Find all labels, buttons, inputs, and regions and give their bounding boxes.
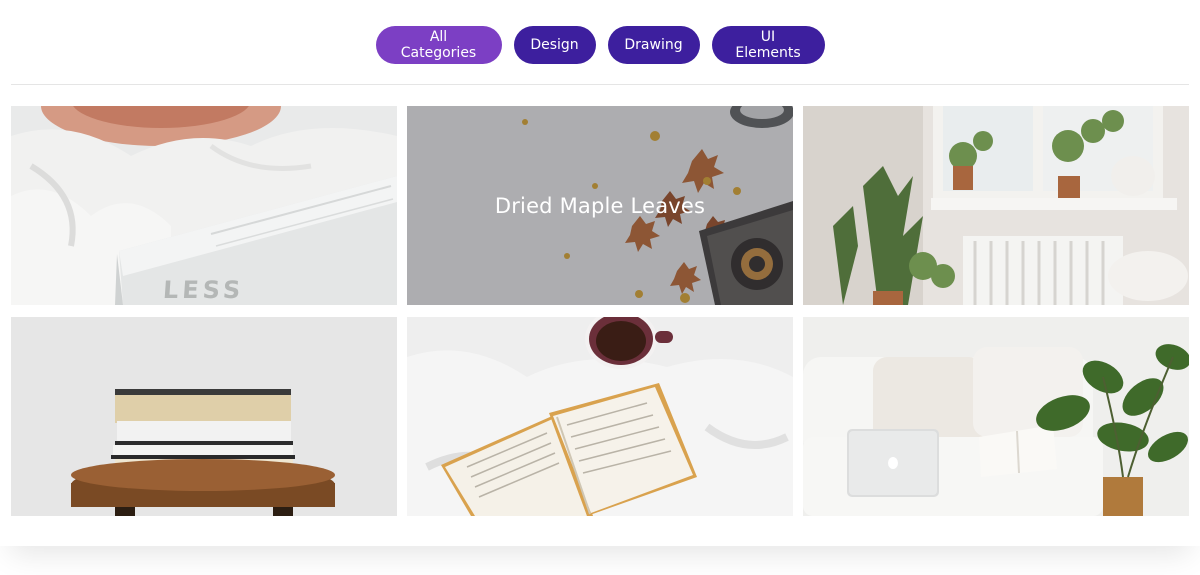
category-filter-bar: All Categories Design Drawing UI Element… <box>0 26 1200 64</box>
image-hover-overlay: Dried Maple Leaves <box>407 106 793 305</box>
image-grid: LESS Dried Maple Leaves <box>11 106 1189 516</box>
laptop-sofa-image <box>803 317 1189 516</box>
book-cover-text: LESS <box>162 276 246 304</box>
filter-drawing[interactable]: Drawing <box>607 26 700 64</box>
gallery-card: All Categories Design Drawing UI Element… <box>0 0 1200 546</box>
plants-window-image <box>803 106 1189 305</box>
gallery-page: All Categories Design Drawing UI Element… <box>0 0 1200 575</box>
gallery-item-books-stool[interactable] <box>11 317 397 516</box>
gallery-item-dried-maple-leaves[interactable]: Dried Maple Leaves <box>407 106 793 305</box>
divider <box>11 84 1189 85</box>
filter-all-categories[interactable]: All Categories <box>375 26 502 64</box>
book-coffee-image <box>407 317 793 516</box>
gallery-item-laptop-sofa[interactable] <box>803 317 1189 516</box>
gallery-item-book-coffee[interactable] <box>407 317 793 516</box>
gallery-item-plants-window[interactable] <box>803 106 1189 305</box>
books-stool-image <box>11 317 397 516</box>
filter-ui-elements[interactable]: UI Elements <box>711 26 825 64</box>
image-caption: Dried Maple Leaves <box>494 193 706 218</box>
filter-design[interactable]: Design <box>513 26 596 64</box>
gallery-item-book-on-sheet[interactable]: LESS <box>11 106 397 305</box>
